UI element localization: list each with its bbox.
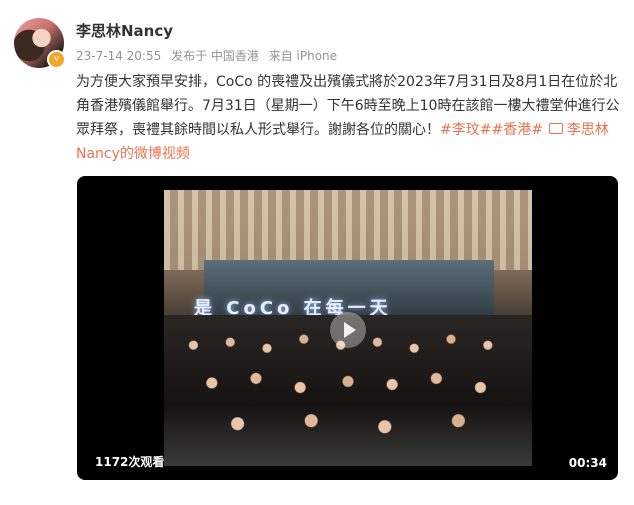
thumbnail-ceiling [164, 190, 532, 270]
verified-badge-icon: v [47, 50, 66, 69]
post-body: 为方便大家預早安排，CoCo 的喪禮及出殯儀式將於2023年7月31日及8月1日… [76, 70, 622, 166]
post-source: 来自 iPhone [268, 49, 338, 63]
post-date[interactable]: 23-7-14 20:55 [76, 49, 161, 63]
hashtag-link[interactable]: #李玟##香港# [440, 122, 543, 138]
username[interactable]: 李思林Nancy [76, 20, 173, 41]
play-icon[interactable] [330, 312, 366, 348]
post-location: 发布于 中国香港 [171, 49, 259, 63]
video-duration: 00:34 [568, 456, 607, 470]
post-meta: 23-7-14 20:55 发布于 中国香港 来自 iPhone [76, 47, 343, 64]
video-player[interactable]: 是 CoCo 在每一天 1172次观看 00:34 [77, 176, 618, 480]
view-count: 1172次观看 [95, 455, 165, 469]
avatar[interactable]: v [14, 18, 66, 69]
video-link-icon [548, 123, 563, 134]
